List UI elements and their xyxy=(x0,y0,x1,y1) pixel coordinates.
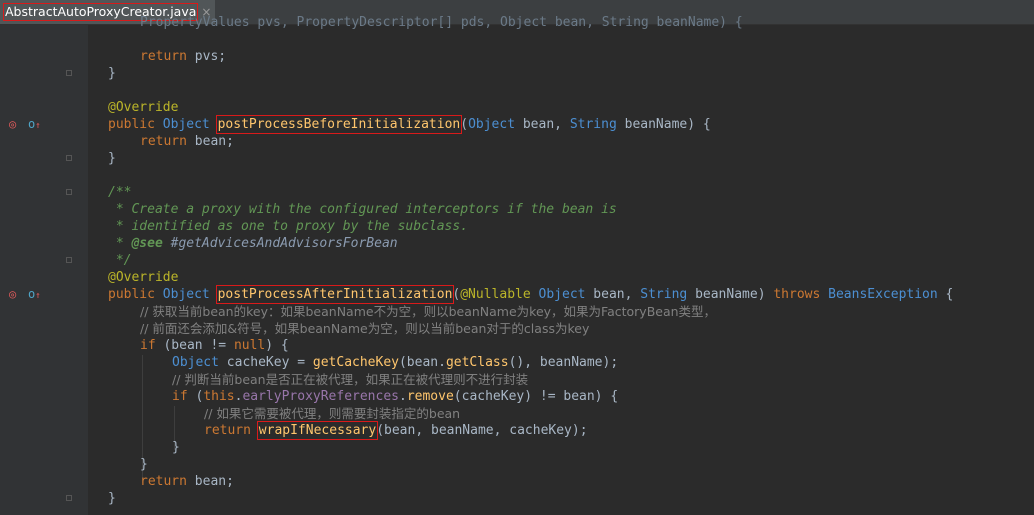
code-line: @Override xyxy=(108,100,179,115)
highlighted-method-name: postProcessBeforeInitialization xyxy=(215,115,463,134)
line-comment: // 判断当前bean是否正在被代理，如果正在被代理则不进行封装 xyxy=(172,372,529,387)
code-line: } xyxy=(172,440,180,455)
highlighted-method-name: postProcessAfterInitialization xyxy=(215,285,455,304)
code-line: } xyxy=(108,66,116,81)
line-comment: // 获取当前bean的key：如果beanName不为空，则以beanName… xyxy=(140,304,717,319)
code-line: @Override xyxy=(108,270,179,285)
code-line: PropertyValues pvs, PropertyDescriptor[]… xyxy=(140,15,743,30)
code-line: } xyxy=(140,457,148,472)
code-editor[interactable]: PropertyValues pvs, PropertyDescriptor[]… xyxy=(0,0,1034,515)
doc-comment-line: * Create a proxy with the configured int… xyxy=(108,202,617,217)
doc-comment-line: */ xyxy=(108,253,132,268)
line-comment: // 如果它需要被代理，则需要封装指定的bean xyxy=(204,406,461,421)
method-signature-line: public Object postProcessAfterInitializa… xyxy=(108,285,954,304)
code-line: return wrapIfNecessary(bean, beanName, c… xyxy=(204,421,588,440)
code-line: } xyxy=(108,491,116,506)
code-line: if (bean != null) { xyxy=(140,338,289,353)
code-line: return bean; xyxy=(140,134,234,149)
line-comment: // 前面还会添加&符号，如果beanName为空，则以当前bean对于的cla… xyxy=(140,321,590,336)
code-line: Object cacheKey = getCacheKey(bean.getCl… xyxy=(172,355,619,370)
doc-comment-line: /** xyxy=(108,185,132,200)
doc-comment-line: * @see #getAdvicesAndAdvisorsForBean xyxy=(108,236,398,251)
code-line: if (this.earlyProxyReferences.remove(cac… xyxy=(172,389,619,404)
code-line: return pvs; xyxy=(140,49,227,64)
highlighted-method-name: wrapIfNecessary xyxy=(256,421,379,440)
method-signature-line: public Object postProcessBeforeInitializ… xyxy=(108,115,711,134)
code-line: return bean; xyxy=(140,474,234,489)
doc-comment-line: * identified as one to proxy by the subc… xyxy=(108,219,469,234)
code-line: } xyxy=(108,151,116,166)
